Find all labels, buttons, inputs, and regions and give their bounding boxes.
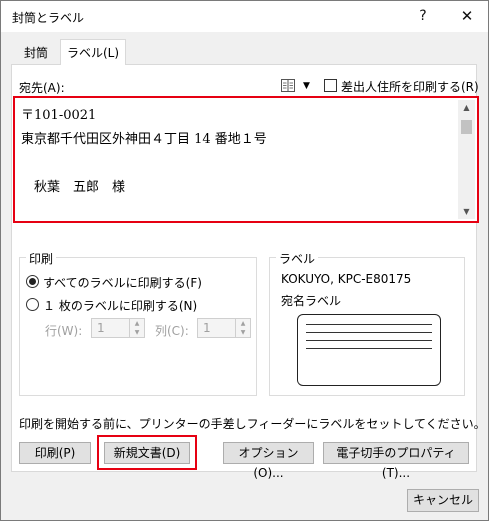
- row-spinner[interactable]: 1 ▲ ▼: [91, 318, 145, 338]
- label-type[interactable]: 宛名ラベル: [281, 292, 341, 309]
- address-book-icon[interactable]: [281, 79, 295, 92]
- close-button[interactable]: ✕: [445, 1, 489, 32]
- preview-line: [306, 340, 432, 341]
- label-preview[interactable]: [297, 314, 441, 386]
- envelopes-and-labels-dialog: 封筒とラベル ? ✕ 封筒 ラベル(L) 宛先(A): ▼ 差出人住所を印刷する…: [0, 0, 489, 521]
- title-bar: 封筒とラベル ? ✕: [1, 1, 488, 32]
- column-spinner[interactable]: 1 ▲ ▼: [197, 318, 251, 338]
- print-group-title: 印刷: [26, 250, 57, 267]
- preview-line: [306, 332, 432, 333]
- scroll-up-icon[interactable]: ▲: [458, 100, 475, 115]
- window-title: 封筒とラベル: [12, 11, 85, 25]
- row-up-icon[interactable]: ▲: [130, 319, 144, 328]
- options-button[interactable]: オプション(O)...: [223, 442, 314, 480]
- print-button[interactable]: 印刷(P): [19, 442, 91, 464]
- address-text[interactable]: 〒101-0021 東京都千代田区外神田４丁目 14 番地１号 秋葉 五郎 様: [21, 104, 459, 200]
- tab-envelopes[interactable]: 封筒: [13, 41, 59, 63]
- print-all-labels-label[interactable]: すべてのラベルに印刷する(F): [43, 274, 202, 291]
- preview-line: [306, 348, 432, 349]
- print-return-address-label[interactable]: 差出人住所を印刷する(R): [341, 78, 479, 95]
- manual-feed-hint: 印刷を開始する前に、プリンターの手差しフィーダーにラベルをセットしてください。: [19, 417, 486, 431]
- print-return-address-checkbox[interactable]: [324, 79, 337, 92]
- column-value[interactable]: 1: [203, 321, 211, 335]
- scroll-thumb[interactable]: [461, 120, 472, 134]
- row-value[interactable]: 1: [97, 321, 105, 335]
- preview-line: [306, 324, 432, 325]
- print-single-label-label[interactable]: １ 枚のラベルに印刷する(N): [43, 297, 197, 314]
- help-button[interactable]: ?: [401, 1, 445, 32]
- tab-labels[interactable]: ラベル(L): [60, 39, 126, 65]
- label-group-title: ラベル: [276, 250, 319, 267]
- row-down-icon[interactable]: ▼: [130, 328, 144, 337]
- tab-strip: 封筒 ラベル(L): [1, 32, 488, 65]
- new-document-button[interactable]: 新規文書(D): [104, 442, 190, 464]
- column-up-icon[interactable]: ▲: [236, 319, 250, 328]
- epostage-properties-button[interactable]: 電子切手のプロパティ(T)...: [323, 442, 469, 480]
- column-label: 列(C):: [155, 324, 189, 338]
- row-label: 行(W):: [45, 324, 83, 338]
- label-product[interactable]: KOKUYO, KPC-E80175: [281, 272, 411, 286]
- print-single-label-radio[interactable]: [26, 298, 39, 311]
- address-textarea[interactable]: 〒101-0021 東京都千代田区外神田４丁目 14 番地１号 秋葉 五郎 様 …: [13, 96, 479, 223]
- cancel-button[interactable]: キャンセル: [407, 489, 479, 512]
- scroll-down-icon[interactable]: ▼: [458, 204, 475, 219]
- chevron-down-icon[interactable]: ▼: [303, 77, 310, 95]
- address-label: 宛先(A):: [19, 81, 65, 95]
- print-all-labels-radio[interactable]: [26, 275, 39, 288]
- address-scrollbar[interactable]: ▲ ▼: [458, 100, 475, 219]
- column-down-icon[interactable]: ▼: [236, 328, 250, 337]
